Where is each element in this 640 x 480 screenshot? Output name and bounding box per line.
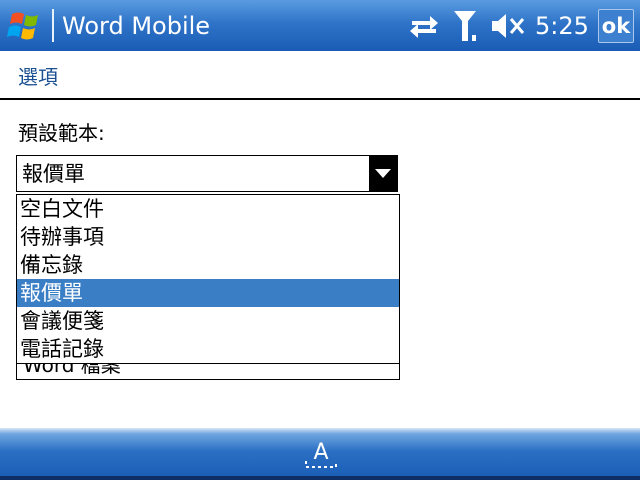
dropdown-option[interactable]: 待辦事項	[17, 223, 399, 251]
ok-button[interactable]: ok	[598, 9, 634, 43]
dropdown-option[interactable]: 空白文件	[17, 195, 399, 223]
combobox-value: 報價單	[22, 162, 85, 186]
dropdown-option-selected[interactable]: 報價單	[17, 279, 399, 307]
default-template-combobox[interactable]: 報價單	[16, 155, 398, 192]
clock[interactable]: 5:25	[535, 11, 589, 41]
input-method-icon[interactable]: A	[304, 437, 338, 471]
default-template-label: 預設範本:	[18, 121, 105, 145]
dropdown-option[interactable]: 電話記錄	[17, 335, 399, 363]
signal-icon[interactable]	[452, 9, 478, 43]
input-method-glyph: A	[313, 440, 328, 465]
softkey-bar-edge	[0, 476, 640, 480]
volume-muted-icon[interactable]	[490, 12, 526, 40]
chevron-down-icon	[375, 169, 391, 178]
sync-icon[interactable]	[408, 12, 440, 40]
dropdown-option[interactable]: 備忘錄	[17, 251, 399, 279]
dropdown-option[interactable]: 會議便箋	[17, 307, 399, 335]
windows-flag-icon[interactable]	[6, 8, 46, 44]
title-separator	[52, 9, 54, 42]
dropdown-arrow-button[interactable]	[369, 156, 397, 191]
header-divider	[0, 98, 640, 100]
title-bar: Word Mobile 5:25 ok	[0, 0, 640, 51]
page-title: 選項	[18, 65, 58, 89]
template-dropdown-list[interactable]: 空白文件 待辦事項 備忘錄 報價單 會議便箋 電話記錄	[16, 194, 400, 364]
app-title: Word Mobile	[62, 12, 211, 40]
